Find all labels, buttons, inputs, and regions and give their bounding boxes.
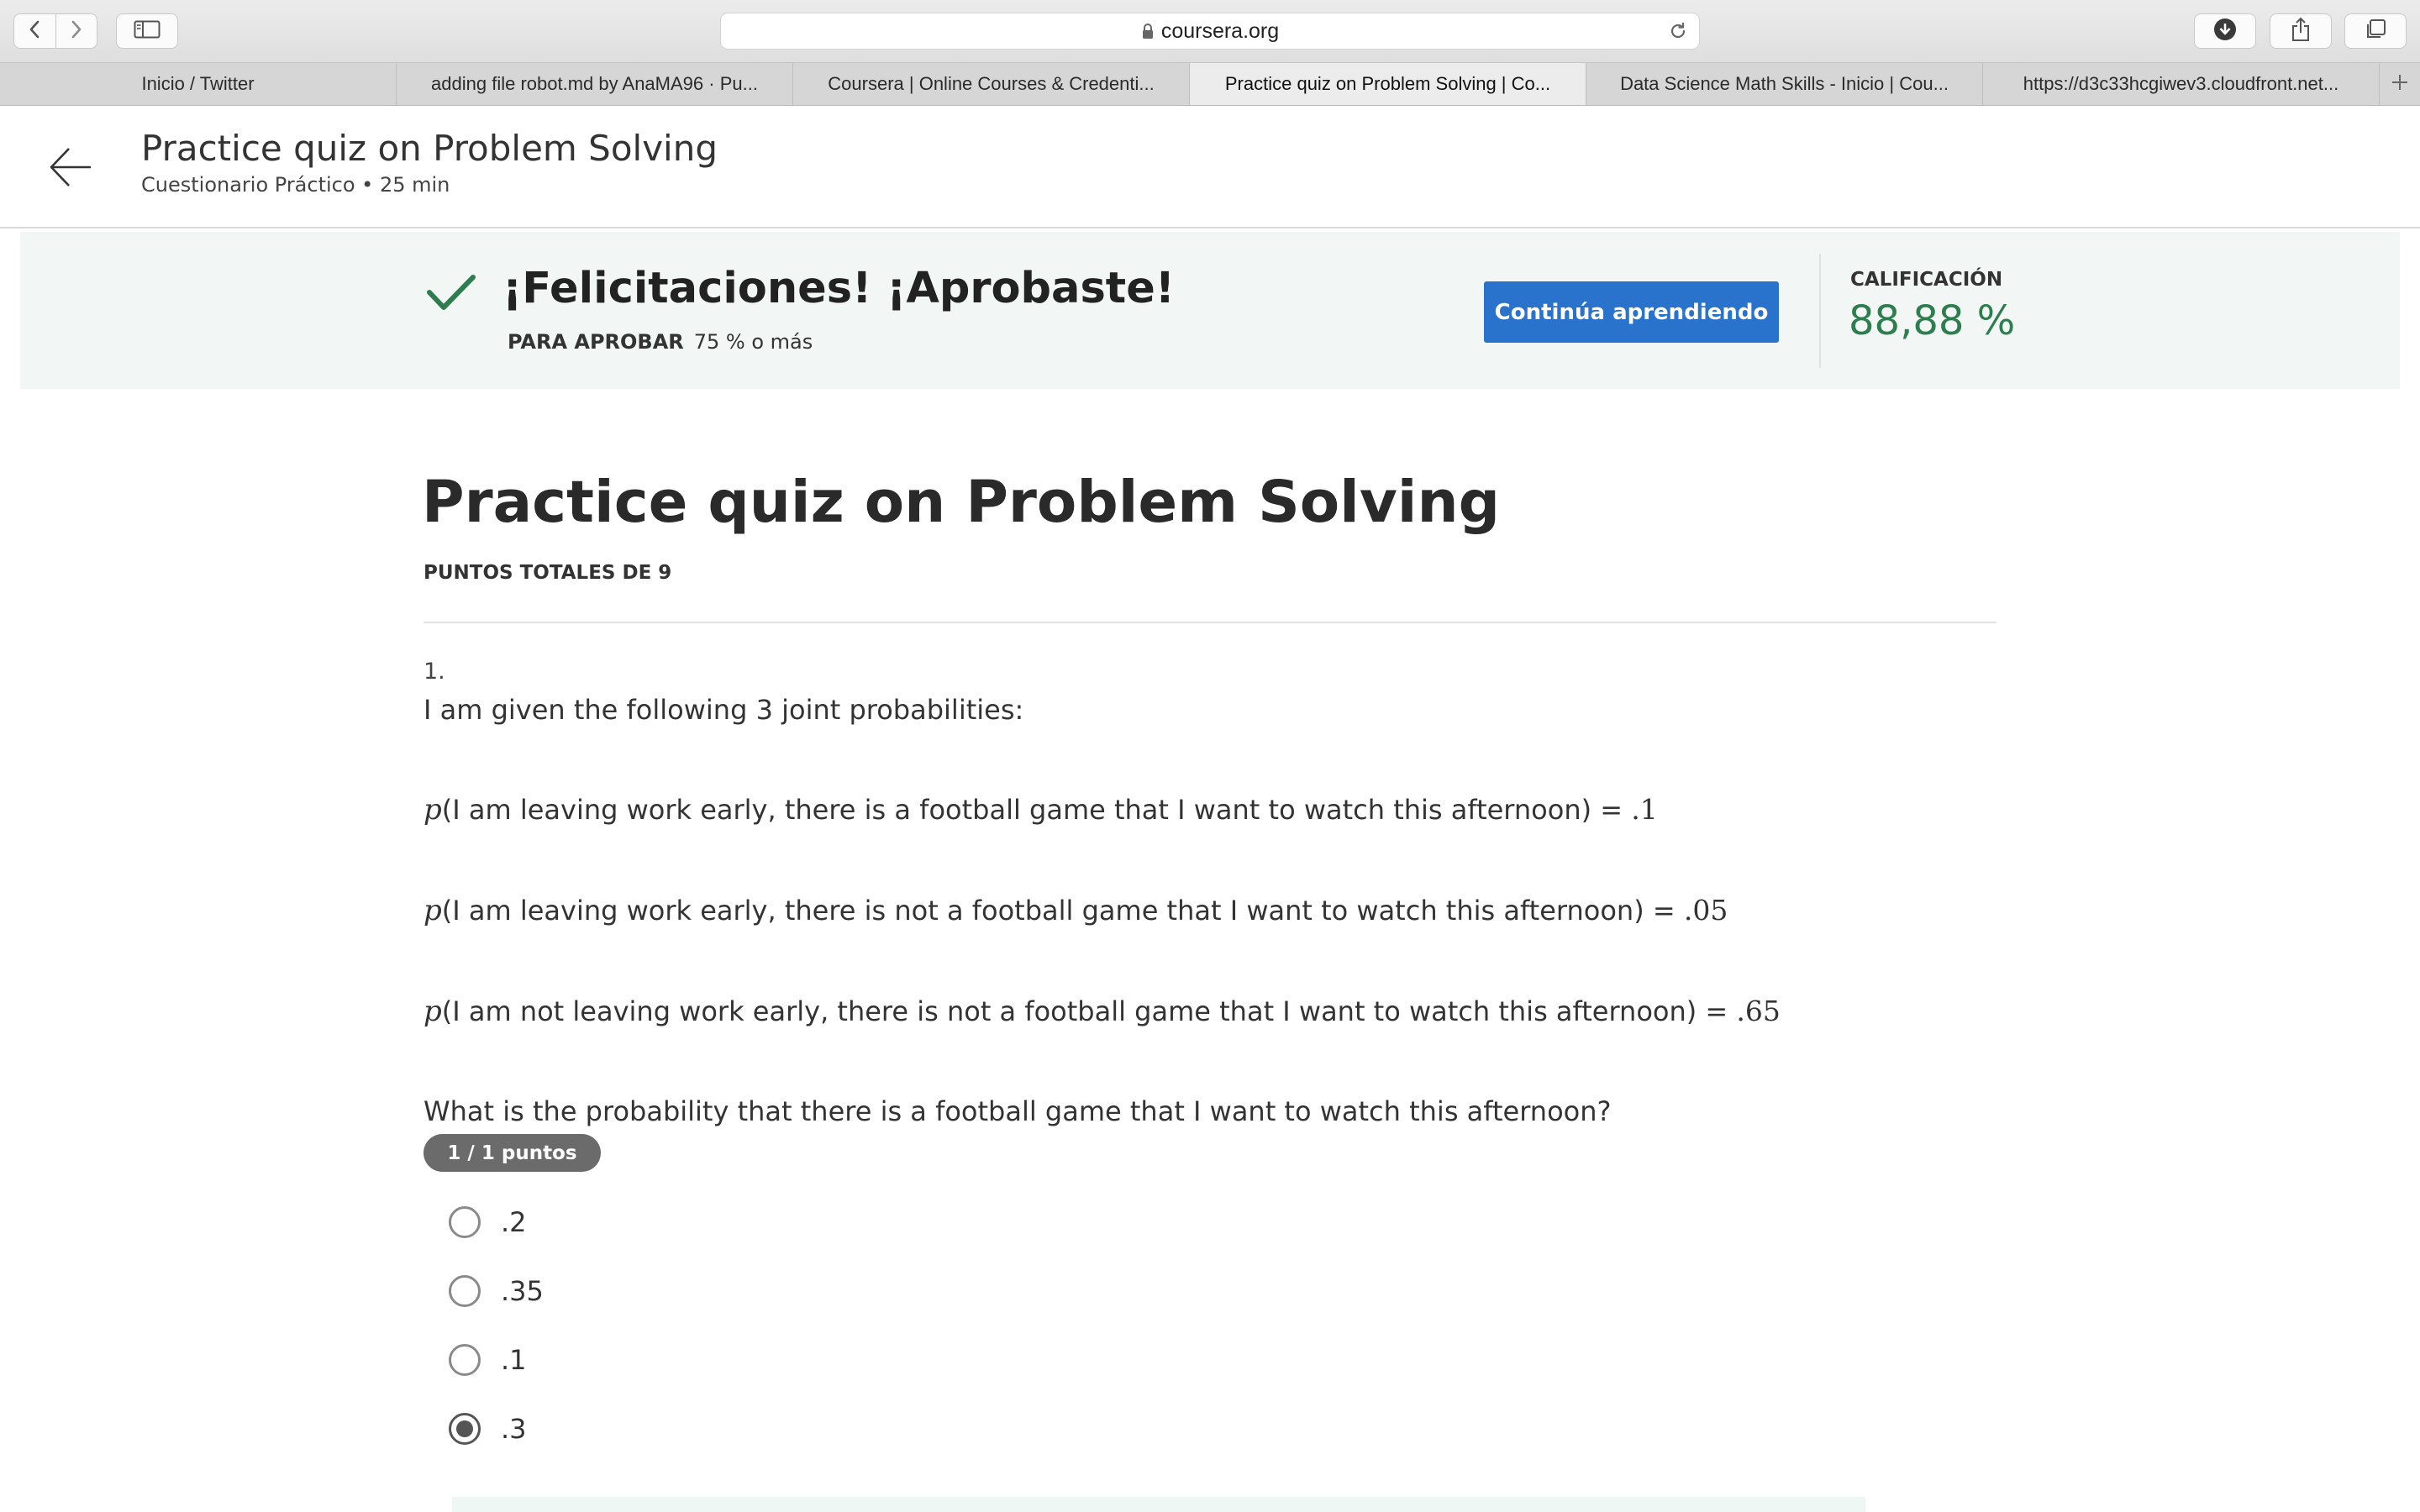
continue-learning-button[interactable]: Continúa aprendiendo	[1484, 281, 1779, 343]
tab-overview-button[interactable]	[2344, 13, 2407, 49]
sidebar-icon	[134, 20, 160, 42]
quiz-title: Practice quiz on Problem Solving	[422, 469, 1500, 536]
back-icon	[28, 19, 41, 43]
lock-icon	[1141, 23, 1155, 39]
page-header: Practice quiz on Problem Solving Cuestio…	[0, 106, 2420, 228]
grade-label: CALIFICACIÓN	[1850, 269, 2003, 291]
question-intro: I am given the following 3 joint probabi…	[424, 694, 1024, 726]
share-icon	[2291, 17, 2311, 45]
answer-label: .1	[501, 1344, 527, 1376]
downloads-button[interactable]	[2194, 13, 2256, 49]
nav-buttons	[13, 13, 97, 49]
tab-github[interactable]: adding file robot.md by AnaMA96 · Pu...	[397, 63, 793, 105]
prob-value: .1	[1631, 793, 1658, 826]
address-text: coursera.org	[1160, 18, 1280, 43]
radio-button[interactable]	[449, 1344, 481, 1376]
pass-label: PARA APROBAR	[508, 330, 684, 354]
address-bar[interactable]: coursera.org	[720, 13, 1700, 50]
reload-icon[interactable]	[1667, 20, 1689, 48]
tab-data-science[interactable]: Data Science Math Skills - Inicio | Cou.…	[1586, 63, 1983, 105]
radio-button[interactable]	[449, 1275, 481, 1307]
page-subtitle: Cuestionario Práctico • 25 min	[141, 173, 450, 197]
download-icon	[2213, 18, 2237, 45]
tab-bar: Inicio / Twitter adding file robot.md by…	[0, 63, 2420, 106]
pass-requirement: PARA APROBAR 75 % o más	[508, 330, 813, 354]
prob-text: (I am not leaving work early, there is n…	[441, 995, 1737, 1027]
pass-value: 75 % o más	[693, 330, 813, 354]
prob-text: (I am leaving work early, there is not a…	[441, 895, 1684, 927]
question-prompt: What is the probability that there is a …	[424, 1095, 1612, 1127]
joint-probability-2: p(I am leaving work early, there is not …	[424, 894, 1728, 927]
score-badge: 1 / 1 puntos	[424, 1134, 601, 1172]
prob-text: (I am leaving work early, there is a foo…	[441, 794, 1632, 826]
tab-coursera-home[interactable]: Coursera | Online Courses & Credenti...	[793, 63, 1190, 105]
tab-cloudfront[interactable]: https://d3c33hcgiwev3.cloudfront.net...	[1983, 63, 2380, 105]
page-title: Practice quiz on Problem Solving	[141, 128, 718, 169]
answer-option[interactable]: .35	[449, 1272, 544, 1310]
tabs-overview-icon	[2365, 18, 2386, 44]
prob-symbol: p	[424, 995, 442, 1028]
tab-twitter[interactable]: Inicio / Twitter	[0, 63, 397, 105]
back-button[interactable]	[14, 14, 55, 48]
forward-icon	[70, 19, 83, 43]
radio-button-selected[interactable]	[449, 1413, 481, 1445]
sidebar-button[interactable]	[116, 13, 178, 49]
radio-button[interactable]	[449, 1206, 481, 1238]
result-banner: ¡Felicitaciones! ¡Aprobaste! PARA APROBA…	[20, 232, 2400, 389]
new-tab-button[interactable]	[2380, 63, 2420, 105]
answer-label: .3	[501, 1413, 527, 1445]
prob-value: .05	[1683, 894, 1728, 927]
prob-symbol: p	[424, 793, 442, 827]
tab-practice-quiz[interactable]: Practice quiz on Problem Solving | Co...	[1190, 63, 1586, 105]
grade-value: 88,88 %	[1849, 297, 2016, 344]
back-arrow-icon[interactable]	[47, 144, 94, 194]
congrats-heading: ¡Felicitaciones! ¡Aprobaste!	[502, 264, 1176, 313]
joint-probability-1: p(I am leaving work early, there is a fo…	[424, 793, 1658, 827]
feedback-panel	[452, 1497, 1865, 1512]
question-number: 1.	[424, 659, 445, 685]
share-button[interactable]	[2270, 13, 2332, 49]
answer-option[interactable]: .1	[449, 1341, 527, 1379]
checkmark-icon	[425, 272, 477, 318]
banner-divider	[1819, 254, 1821, 368]
prob-value: .65	[1736, 995, 1781, 1027]
divider	[424, 622, 1996, 623]
radio-dot	[456, 1420, 473, 1437]
joint-probability-3: p(I am not leaving work early, there is …	[424, 995, 1781, 1028]
answer-label: .35	[501, 1275, 544, 1307]
answer-option-selected[interactable]: .3	[449, 1410, 527, 1448]
answer-option[interactable]: .2	[449, 1203, 527, 1242]
answer-label: .2	[501, 1206, 527, 1238]
new-tab-icon	[2390, 72, 2410, 96]
forward-button[interactable]	[55, 14, 97, 48]
browser-toolbar: coursera.org	[0, 0, 2420, 63]
prob-symbol: p	[424, 894, 442, 927]
total-points: PUNTOS TOTALES DE 9	[424, 562, 672, 584]
